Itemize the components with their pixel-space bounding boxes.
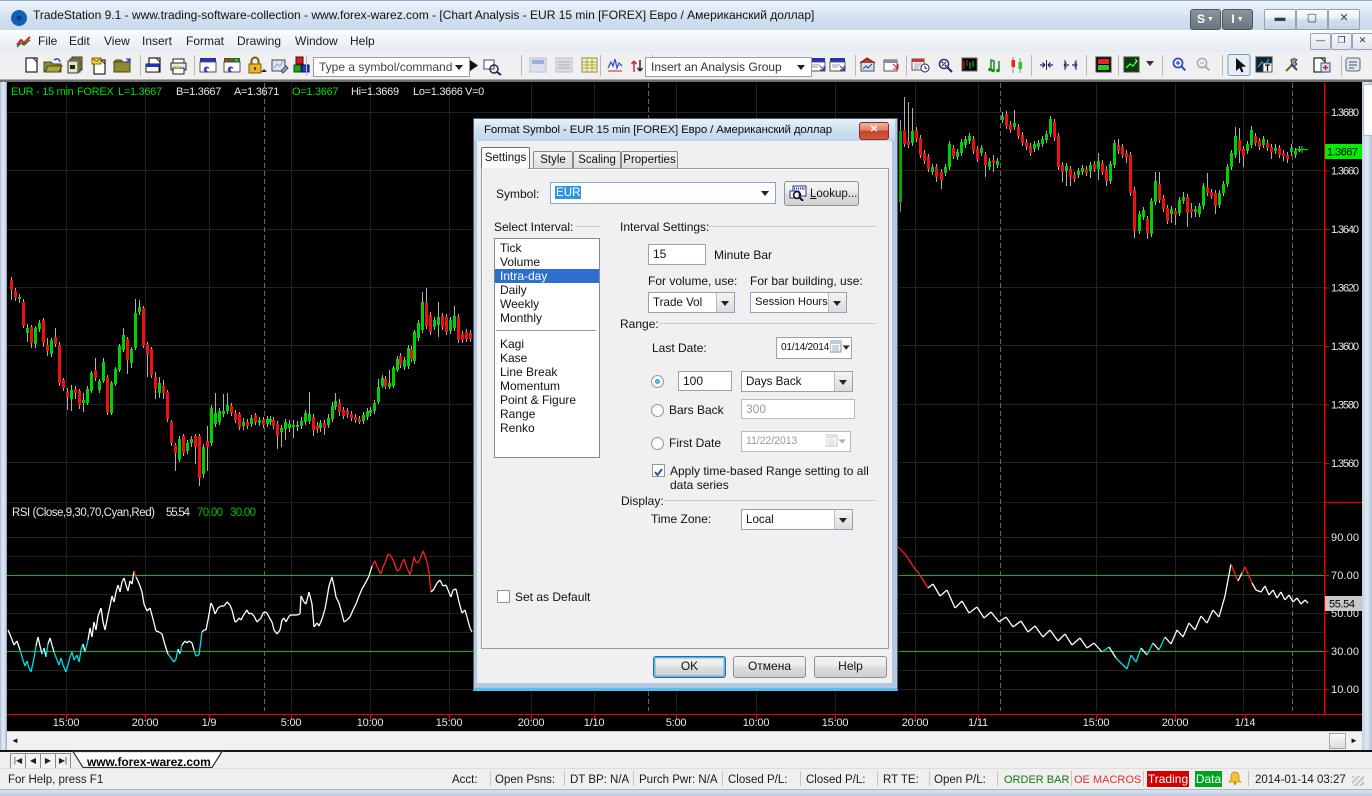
svg-text:1/11: 1/11 <box>968 717 988 729</box>
svg-text:15:00: 15:00 <box>436 717 463 729</box>
svg-text:15:00: 15:00 <box>822 717 849 729</box>
svg-text:1.3667: 1.3667 <box>1327 147 1358 159</box>
svg-text:V=0: V=0 <box>465 86 484 98</box>
svg-text:1.3640: 1.3640 <box>1331 224 1359 236</box>
svg-text:10.00: 10.00 <box>1331 684 1359 696</box>
svg-text:70.00: 70.00 <box>1331 570 1359 582</box>
svg-text:1/14: 1/14 <box>1235 717 1256 729</box>
svg-text:B=1.3667: B=1.3667 <box>176 86 221 98</box>
svg-text:10:00: 10:00 <box>357 717 384 729</box>
svg-text:1.3560: 1.3560 <box>1331 458 1359 470</box>
svg-text:FOREX: FOREX <box>77 86 114 98</box>
svg-text:1.3680: 1.3680 <box>1331 107 1359 119</box>
svg-text:Lo=1.3666: Lo=1.3666 <box>413 86 463 98</box>
svg-text:20:00: 20:00 <box>1162 717 1189 729</box>
svg-text:20:00: 20:00 <box>132 717 159 729</box>
svg-text:30.00: 30.00 <box>1331 646 1359 658</box>
svg-text:90.00: 90.00 <box>1331 532 1359 544</box>
svg-text:Hi=1.3669: Hi=1.3669 <box>351 86 399 98</box>
svg-text:15:00: 15:00 <box>1083 717 1110 729</box>
svg-text:55.54: 55.54 <box>166 507 191 519</box>
svg-text:RSI (Close,9,30,70,Cyan,Red): RSI (Close,9,30,70,Cyan,Red) <box>12 507 155 519</box>
svg-text:1.3600: 1.3600 <box>1331 341 1359 353</box>
svg-text:1.3620: 1.3620 <box>1331 283 1359 295</box>
svg-text:55.54: 55.54 <box>1329 599 1355 611</box>
svg-text:1.3580: 1.3580 <box>1331 400 1359 412</box>
svg-text:15:00: 15:00 <box>53 717 80 729</box>
svg-text:5:00: 5:00 <box>666 717 687 729</box>
svg-text:A=1.3671: A=1.3671 <box>234 86 279 98</box>
svg-text:EUR - 15 min: EUR - 15 min <box>11 86 74 98</box>
svg-text:1.3660: 1.3660 <box>1331 166 1359 178</box>
svg-text:10:00: 10:00 <box>743 717 770 729</box>
svg-text:20:00: 20:00 <box>902 717 929 729</box>
svg-text:20:00: 20:00 <box>518 717 545 729</box>
svg-text:70.00: 70.00 <box>197 507 223 519</box>
svg-text:O=1.3667: O=1.3667 <box>292 86 338 98</box>
svg-text:30.00: 30.00 <box>230 507 256 519</box>
svg-text:L=1.3667: L=1.3667 <box>118 86 162 98</box>
svg-text:1/9: 1/9 <box>202 717 217 729</box>
svg-text:5:00: 5:00 <box>281 717 302 729</box>
svg-text:1/10: 1/10 <box>584 717 605 729</box>
